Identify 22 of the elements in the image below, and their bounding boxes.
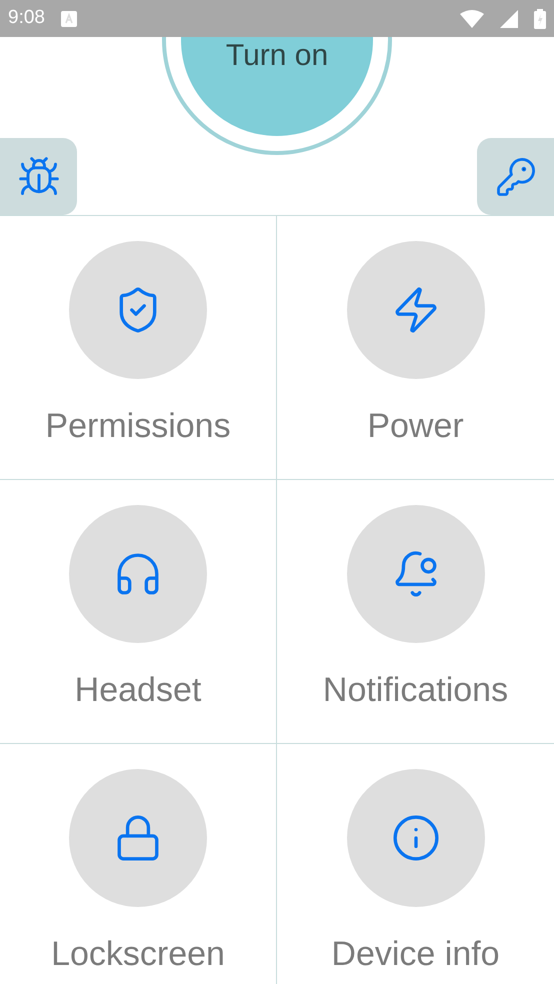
clock-time: 9:08 (8, 6, 45, 30)
info-icon (390, 813, 440, 863)
signal-icon (500, 10, 518, 28)
tile-label: Lockscreen (51, 937, 225, 971)
key-button[interactable] (477, 138, 554, 215)
menu-tile[interactable]: Power (277, 216, 554, 480)
key-icon (494, 156, 536, 198)
turn-on-button[interactable]: Turn on (162, 37, 392, 155)
battery-icon (534, 8, 546, 28)
tile-label: Device info (331, 937, 500, 971)
keyboard-notification-icon (60, 10, 77, 26)
menu-tile[interactable]: Lockscreen (0, 744, 277, 984)
menu-tile[interactable]: Headset (0, 480, 277, 744)
tile-label: Power (367, 409, 464, 443)
menu-tile[interactable]: Notifications (277, 480, 554, 744)
wifi-icon (460, 10, 484, 28)
tile-label: Permissions (45, 409, 231, 443)
debug-button[interactable] (0, 138, 77, 215)
tile-label: Notifications (322, 673, 508, 707)
menu-tile[interactable]: Device info (277, 744, 554, 984)
menu-tile[interactable]: Permissions (0, 216, 277, 480)
tile-label: Headset (74, 673, 202, 707)
